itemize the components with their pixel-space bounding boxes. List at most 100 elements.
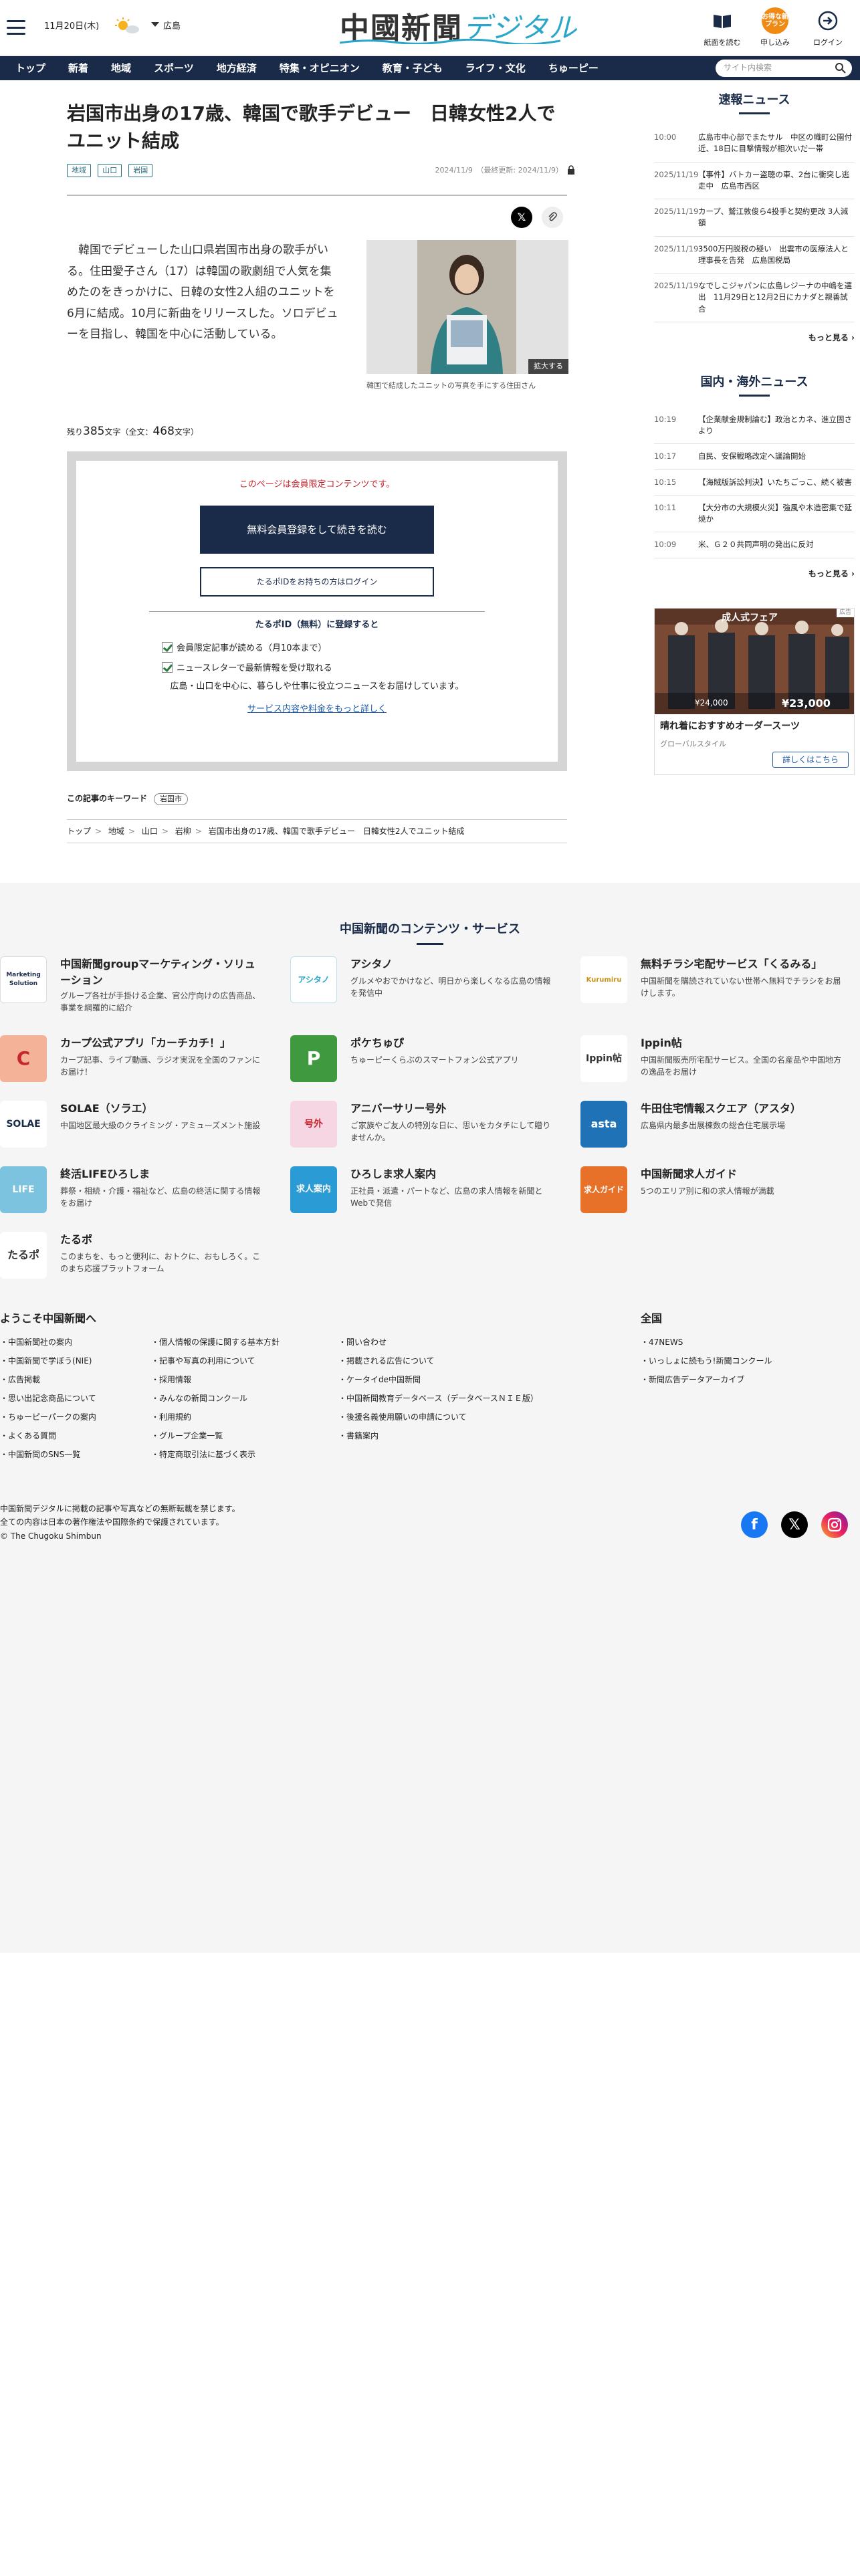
sunny-cloudy-icon: [115, 17, 139, 33]
footer-link[interactable]: 利用規約: [151, 1411, 191, 1423]
services-title: 中国新聞のコンテンツ・サービス: [0, 920, 860, 938]
breadcrumb: トップ > 地域 > 山口 > 岩柳 > 岩国市出身の17歳、韓国で歌手デビュー 日韓女…: [67, 826, 465, 836]
footer-link[interactable]: 思い出記念商品について: [0, 1392, 96, 1404]
footer-link[interactable]: 中国新聞教育データベース（データベースＮＩＥ版）: [338, 1392, 538, 1404]
service-description: 広島・山口を中心に、暮らしや仕事に役立つニュースをお届けしています。: [170, 681, 464, 692]
footer-link[interactable]: 書籍案内: [338, 1430, 379, 1442]
list-item[interactable]: 2025/11/19 【事件】バトカー盗聴の車、2台に衝突し逃走中 広島市西区: [654, 163, 855, 199]
footer-link[interactable]: 記事や写真の利用について: [151, 1355, 255, 1367]
breadcrumb-area[interactable]: 岩柳: [175, 827, 191, 836]
footer-national-title: 全国: [641, 1312, 663, 1325]
x-icon[interactable]: 𝕏: [781, 1511, 808, 1538]
copy-link-icon[interactable]: [542, 207, 563, 229]
article-headline: 岩国市出身の17歳、韓国で歌手デビュー 日韓女性2人でユニット結成: [67, 102, 556, 152]
keyword-chip[interactable]: 岩国市: [154, 792, 189, 806]
x-share-icon[interactable]: 𝕏: [511, 207, 532, 229]
nav-new[interactable]: 新着: [57, 61, 100, 76]
benefit-item: 会員限定記事が読める（月10本まで）: [162, 642, 558, 655]
search-input[interactable]: サイト内検索: [716, 60, 852, 77]
nav-chupy[interactable]: ちゅーピー: [537, 61, 610, 76]
footer-link[interactable]: 中国新聞で学ぼう(NIE): [0, 1355, 92, 1367]
site-logo[interactable]: 中國新聞 デジタル: [340, 5, 576, 45]
breadcrumb-top[interactable]: トップ: [67, 827, 91, 836]
tag-region[interactable]: 地域: [67, 164, 91, 178]
footer-link[interactable]: 新聞広告データアーカイブ: [641, 1374, 744, 1386]
facebook-icon[interactable]: f: [741, 1511, 768, 1538]
list-item[interactable]: 10:15 【海賊版訴訟判決】いたちごっこ、続く被害: [654, 470, 855, 496]
domestic-news-list: 10:19 【企業献金規制論む】政治とカネ、進立固さより 10:17 自民、安保戦略…: [654, 407, 855, 558]
footer-link[interactable]: いっしょに読もう!新聞コンクール: [641, 1355, 772, 1367]
footer-link[interactable]: 特定商取引法に基づく表示: [151, 1448, 255, 1461]
domestic-more-link[interactable]: もっと見る ›: [654, 568, 855, 580]
list-item[interactable]: 2025/11/19 なでしこジャパンに広島レジーナの中嶋を選出 11月29日と1…: [654, 274, 855, 322]
footer-link[interactable]: 採用情報: [151, 1374, 191, 1386]
footer-link[interactable]: 中国新聞のSNS一覧: [0, 1448, 80, 1461]
list-item[interactable]: 10:11 【大分市の大規模火災】強風や木造密集で延焼か: [654, 496, 855, 533]
footer-link[interactable]: ケータイde中国新聞: [338, 1374, 421, 1386]
breaking-news-title: 速報ニュース: [654, 91, 855, 114]
advertisement[interactable]: 成人式フェア ¥24,000 ¥23,000 広告 晴れ着におすすめオーダースー…: [654, 607, 855, 775]
footer-link[interactable]: 掲載される広告について: [338, 1355, 435, 1367]
list-item[interactable]: 2025/11/19 3500万円脱税の疑い 出雲市の医療法人と理事長を告発 広島…: [654, 237, 855, 274]
nav-top[interactable]: トップ: [4, 61, 57, 76]
shukatsu-icon: LIFE: [0, 1166, 47, 1213]
tag-yamaguchi[interactable]: 山口: [98, 164, 122, 178]
anniversary-icon: 号外: [290, 1101, 337, 1148]
menu-icon[interactable]: [7, 20, 25, 35]
apply-button[interactable]: お得な新プラン 申し込み: [752, 7, 798, 49]
breadcrumb-current: 岩国市出身の17歳、韓国で歌手デビュー 日韓女性2人でユニット結成: [208, 826, 465, 836]
publish-date: 2024/11/9 （最終更新: 2024/11/9）: [435, 166, 563, 175]
footer-link[interactable]: ちゅーピーパークの案内: [0, 1411, 96, 1423]
article-body: 韓国でデビューした山口県岩国市出身の歌手がいる。住田愛子さん（17）は韓国の歌劇…: [67, 243, 338, 341]
service-details-link[interactable]: サービス内容や料金をもっと詳しく: [76, 703, 558, 716]
login-button[interactable]: ログイン: [804, 7, 851, 49]
ad-details-button[interactable]: 詳しくはこちら: [772, 751, 849, 768]
footer-link[interactable]: よくある質問: [0, 1430, 56, 1442]
members-only-notice: このページは会員限定コンテンツです。: [239, 479, 395, 490]
footer-link[interactable]: 広告掲載: [0, 1374, 40, 1386]
article-tags: 地域 山口 岩国 2024/11/9 （最終更新: 2024/11/9）: [67, 164, 574, 179]
nav-region[interactable]: 地域: [100, 61, 142, 76]
footer-link[interactable]: みんなの新聞コンクール: [151, 1392, 247, 1404]
nav-education[interactable]: 教育・子ども: [371, 61, 454, 76]
kyujin-icon: 求人案内: [290, 1166, 337, 1213]
list-item[interactable]: 2025/11/19 カープ、鷲江敦俊ら4投手と契約更改 3人減額: [654, 199, 855, 237]
nav-opinion[interactable]: 特集・オピニオン: [268, 61, 371, 76]
pokechupi-icon: P: [290, 1035, 337, 1082]
footer-link[interactable]: 個人情報の保護に関する基本方針: [151, 1336, 280, 1348]
breadcrumb-region[interactable]: 地域: [108, 827, 124, 836]
marketing-icon: Marketing Solution: [0, 956, 47, 1003]
tag-iwakuni[interactable]: 岩国: [128, 164, 153, 178]
breaking-news-list: 10:00 広島市中心部でまたサル 中区の幟町公園付近、18日に目撃情報が相次いだ…: [654, 125, 855, 322]
footer-link[interactable]: 後援名義使用願いの申請について: [338, 1411, 467, 1423]
footer-link[interactable]: 問い合わせ: [338, 1336, 387, 1348]
current-date: 11月20日(木): [44, 21, 100, 31]
copyright: 中国新聞デジタルに掲載の記事や写真などの無断転載を禁じます。 全ての内容は日本の…: [0, 1504, 240, 1541]
instagram-icon[interactable]: [821, 1511, 848, 1538]
article-photo[interactable]: 拡大する: [366, 240, 568, 374]
breaking-more-link[interactable]: もっと見る ›: [654, 332, 855, 344]
person-photo: [417, 240, 516, 374]
search-icon[interactable]: [835, 62, 847, 74]
apply-icon: お得な新プラン: [762, 7, 788, 34]
list-item[interactable]: 10:09 米、Ｇ２０共同声明の発出に反対: [654, 532, 855, 558]
list-item[interactable]: 10:19 【企業献金規制論む】政治とカネ、進立固さより: [654, 407, 855, 445]
register-button[interactable]: 無料会員登録をして続きを読む: [200, 506, 434, 554]
nav-economy[interactable]: 地方経済: [205, 61, 268, 76]
footer-link[interactable]: 47NEWS: [641, 1336, 683, 1348]
carp-app-icon: C: [0, 1035, 47, 1082]
nav-life[interactable]: ライフ・文化: [454, 61, 537, 76]
text-fade: [67, 357, 361, 405]
read-paper-button[interactable]: 紙面を読む: [699, 7, 746, 49]
region-selector[interactable]: 広島: [151, 20, 181, 33]
breadcrumb-yamaguchi[interactable]: 山口: [142, 827, 158, 836]
nav-sports[interactable]: スポーツ: [142, 61, 205, 76]
guide-icon: 求人ガイド: [580, 1166, 627, 1213]
footer-link[interactable]: 中国新聞社の案内: [0, 1336, 72, 1348]
footer-link[interactable]: グループ企業一覧: [151, 1430, 223, 1442]
list-item[interactable]: 10:00 広島市中心部でまたサル 中区の幟町公園付近、18日に目撃情報が相次いだ…: [654, 125, 855, 163]
enlarge-button[interactable]: 拡大する: [528, 358, 568, 374]
login-link-button[interactable]: たるポIDをお持ちの方はログイン: [200, 567, 434, 597]
main-nav: トップ 新着 地域 スポーツ 地方経済 特集・オピニオン 教育・子ども ライフ・…: [0, 56, 860, 80]
list-item[interactable]: 10:17 自民、安保戦略改定へ議論開始: [654, 444, 855, 470]
